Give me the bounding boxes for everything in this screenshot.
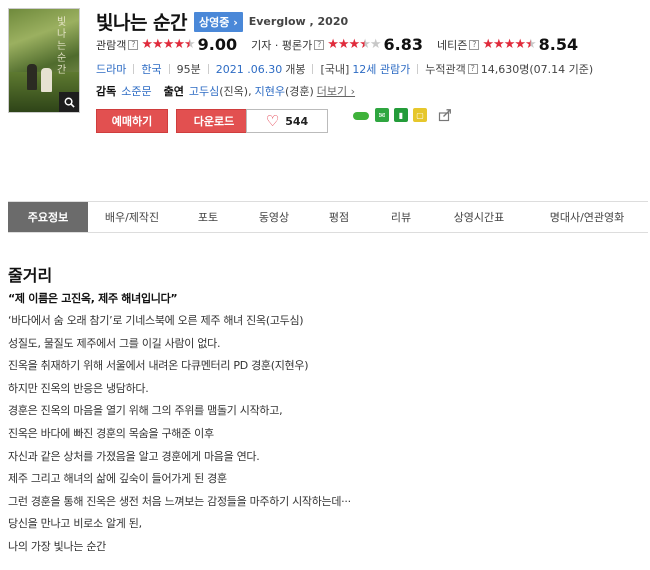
rating-label-netizen: 네티즌 (437, 38, 468, 52)
poster-figure (41, 68, 52, 92)
star-icon: ★ (493, 37, 505, 52)
movie-poster[interactable]: 빛나는 순간 (8, 8, 80, 113)
help-icon[interactable]: ? (467, 64, 478, 74)
release-date-link[interactable]: 2021 .06.30 (216, 63, 282, 76)
synopsis-line: 진옥은 바다에 빠진 경훈의 목숨을 구해준 이후 (8, 426, 214, 440)
synopsis-line: ‘바다에서 숨 오래 참기’로 기네스북에 오른 제주 해녀 진옥(고두심) (8, 314, 304, 327)
star-icon: ★ (348, 37, 361, 52)
book-button[interactable]: 예매하기 (96, 109, 168, 133)
score-audience: 9.00 (197, 35, 238, 54)
synopsis-line: 나의 가장 빛나는 순간 (8, 539, 106, 553)
age-rating-link[interactable]: 12세 관람가 (352, 61, 410, 77)
synopsis-line: 제주 그리고 해녀의 삶에 깊숙이 들어가게 된 경훈 (8, 472, 227, 486)
star-icon: ★ (514, 37, 526, 52)
synopsis-body: “제 이름은 고진옥, 제주 해녀입니다” ‘바다에서 숨 오래 참기’로 기네… (8, 291, 638, 562)
memo-icon[interactable]: ▢ (413, 108, 427, 122)
divider (168, 64, 170, 74)
rating-prefix: [국내] (320, 63, 350, 76)
cast-link-2[interactable]: 지현우 (255, 83, 285, 99)
country-link[interactable]: 한국 (141, 61, 161, 77)
tab-quotes-related[interactable]: 명대사/연관영화 (526, 202, 648, 232)
like-button[interactable]: ♡ 544 (246, 109, 328, 133)
release-suffix: 개봉 (285, 63, 306, 76)
share-out-icon[interactable] (438, 108, 452, 122)
tab-cast-crew[interactable]: 배우/제작진 (88, 202, 176, 232)
help-icon[interactable]: ? (128, 39, 139, 50)
heart-icon: ♡ (265, 112, 280, 130)
synopsis-line: 경훈은 진옥의 마음을 열기 위해 그의 주위를 맴돌기 시작하고, (8, 404, 283, 418)
star-rating-audience: ★★★★★ (141, 37, 196, 52)
rating-label-audience: 관람객 (96, 38, 127, 52)
star-rating-critic: ★★★★★ (327, 37, 382, 52)
zoom-button[interactable] (59, 92, 79, 112)
cast-role-1: (진옥), (219, 85, 252, 98)
synopsis-quote: “제 이름은 고진옥, 제주 해녀입니다” (8, 292, 178, 305)
synopsis-line: 성질도, 물질도 제주에서 그를 이길 사람이 없다. (8, 336, 221, 350)
tab-rating[interactable]: 평점 (308, 202, 370, 232)
help-icon[interactable]: ? (314, 39, 325, 50)
runtime: 95분 (176, 63, 201, 76)
star-icon: ★ (141, 37, 153, 52)
director-label: 감독 (96, 85, 117, 98)
cast-label: 출연 (163, 85, 184, 98)
synopsis-line: 진옥을 취재하기 위해 서울에서 내려온 다큐멘터리 PD 경훈(지현우) (8, 359, 309, 373)
cast-role-2: (경훈) (284, 85, 314, 98)
tab-photo[interactable]: 포토 (176, 202, 240, 232)
like-count: 544 (285, 114, 309, 128)
english-title: Everglow , 2020 (248, 15, 349, 28)
audience-count: 14,630명(07.14 기준) (480, 63, 594, 76)
help-icon[interactable]: ? (469, 39, 480, 50)
star-rating-netizen: ★★★★★ (482, 37, 537, 52)
ratings-row: 관람객 ? ★★★★★ 9.00 기자 · 평론가 ? ★★★★★ 6.83 네… (96, 35, 592, 54)
star-icon: ★ (327, 37, 339, 52)
synopsis-line: 하지만 진옥의 반응은 냉담하다. (8, 381, 149, 395)
score-critic: 6.83 (383, 35, 423, 54)
tab-video[interactable]: 동영상 (240, 202, 308, 232)
synopsis-line: 자신과 같은 상처를 가졌음을 알고 경훈에게 마음을 연다. (8, 449, 260, 463)
star-icon: ★ (503, 37, 516, 52)
synopsis-line: 그런 경훈을 통해 진옥은 생전 처음 느껴보는 감정들을 마주하기 시작하는데… (8, 494, 351, 508)
more-link[interactable]: 더보기 › (317, 83, 355, 99)
search-icon (64, 97, 75, 108)
genre-link[interactable]: 드라마 (96, 61, 126, 77)
tab-main-info[interactable]: 주요정보 (8, 202, 88, 232)
movie-title: 빛나는 순간 (96, 12, 188, 34)
synopsis-heading: 줄거리 (8, 266, 53, 285)
share-icons: ✉ ▮ ▢ (352, 108, 452, 122)
half-star-icon: ★ (525, 37, 537, 52)
cast-link-1[interactable]: 고두심 (189, 83, 219, 99)
bookmark-icon[interactable]: ▮ (394, 108, 408, 122)
empty-star-icon: ★ (369, 37, 382, 52)
audience-label: 누적관객 (425, 63, 466, 76)
title-row: 빛나는 순간 상영중 › Everglow , 2020 (96, 8, 348, 35)
director-link[interactable]: 소준문 (121, 83, 151, 99)
poster-title-text: 빛나는 순간 (57, 17, 67, 76)
rating-label-critic: 기자 · 평론가 (251, 38, 313, 52)
meta-row: 드라마 한국 95분 2021 .06.30 개봉 [국내] 12세 관람가 누… (96, 61, 593, 77)
star-icon: ★ (173, 37, 185, 52)
divider (417, 64, 419, 74)
download-button[interactable]: 다운로드 (176, 109, 252, 133)
synopsis-line: 당신을 만나고 비로소 알게 된, (8, 517, 142, 531)
star-icon: ★ (482, 37, 494, 52)
tab-showtimes[interactable]: 상영시간표 (432, 202, 526, 232)
star-icon: ★ (162, 37, 175, 52)
divider (207, 64, 209, 74)
half-star-icon: ★ (359, 37, 371, 52)
band-icon[interactable]: ✉ (375, 108, 389, 122)
poster-figure (27, 64, 37, 90)
tab-bar: 주요정보 배우/제작진 포토 동영상 평점 리뷰 상영시간표 명대사/연관영화 (8, 201, 648, 233)
star-icon: ★ (152, 37, 164, 52)
star-icon: ★ (337, 37, 350, 52)
status-badge[interactable]: 상영중 › (194, 11, 243, 32)
line-icon[interactable] (352, 108, 370, 122)
half-star-icon: ★ (184, 37, 196, 52)
tab-review[interactable]: 리뷰 (370, 202, 432, 232)
people-row: 감독 소준문 출연 고두심 (진옥), 지현우 (경훈) 더보기 › (96, 83, 355, 99)
score-netizen: 8.54 (538, 35, 579, 54)
divider (312, 64, 314, 74)
divider (133, 64, 135, 74)
